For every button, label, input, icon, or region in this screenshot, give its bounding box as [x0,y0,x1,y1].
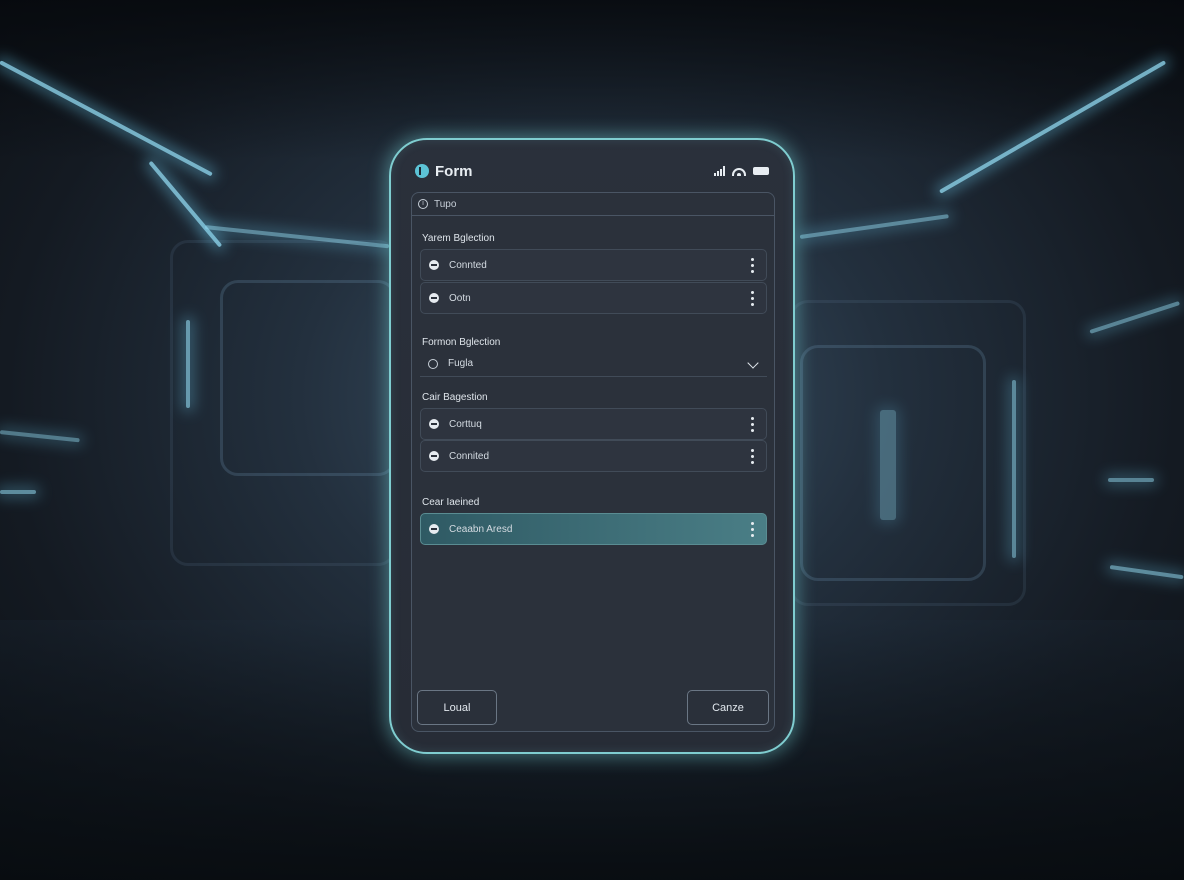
more-options-icon[interactable] [751,522,754,537]
search-bar[interactable]: i Tupo [412,193,774,216]
radio-icon[interactable] [429,260,439,270]
more-options-icon[interactable] [751,258,754,273]
signal-icon [714,166,725,176]
wifi-icon [732,166,746,176]
status-bar: Form [415,160,769,182]
item-label: Ceaabn Aresd [449,523,513,535]
chevron-down-icon[interactable] [747,357,759,369]
load-button[interactable]: Loual [417,690,497,725]
list-item-selected[interactable]: Ceaabn Aresd [420,513,767,545]
radio-icon[interactable] [429,451,439,461]
radio-icon[interactable] [429,524,439,534]
app-title-text: Form [435,162,473,180]
form-device: Form i Tupo Yarem Bglection Connted Ootn… [389,138,795,754]
item-label: Corttuq [449,418,482,430]
cancel-button[interactable]: Canze [687,690,769,725]
form-icon [415,164,429,178]
list-item[interactable]: Connted [420,249,767,281]
section-label-2: Formon Bglection [422,337,501,348]
item-label: Ootn [449,292,471,304]
info-icon: i [418,199,428,209]
item-label: Connted [449,259,487,271]
list-item[interactable]: Corttuq [420,408,767,440]
radio-icon[interactable] [428,358,438,369]
list-item[interactable]: Ootn [420,282,767,314]
more-options-icon[interactable] [751,449,754,464]
select-value: Fugla [448,358,474,369]
list-item[interactable]: Connited [420,440,767,472]
app-title: Form [415,163,473,180]
more-options-icon[interactable] [751,291,754,306]
form-panel: i Tupo Yarem Bglection Connted Ootn Form… [411,192,775,732]
system-icons [714,166,769,176]
item-label: Connited [449,450,490,462]
section-label-4: Cear Iaeined [422,497,480,508]
radio-icon[interactable] [429,419,439,429]
search-label: Tupo [434,198,457,210]
section-label-3: Cair Bagestion [422,392,488,403]
section-label-1: Yarem Bglection [422,233,495,244]
battery-icon [753,167,769,175]
radio-icon[interactable] [429,293,439,303]
more-options-icon[interactable] [751,417,754,432]
format-select[interactable]: Fugla [420,351,767,377]
